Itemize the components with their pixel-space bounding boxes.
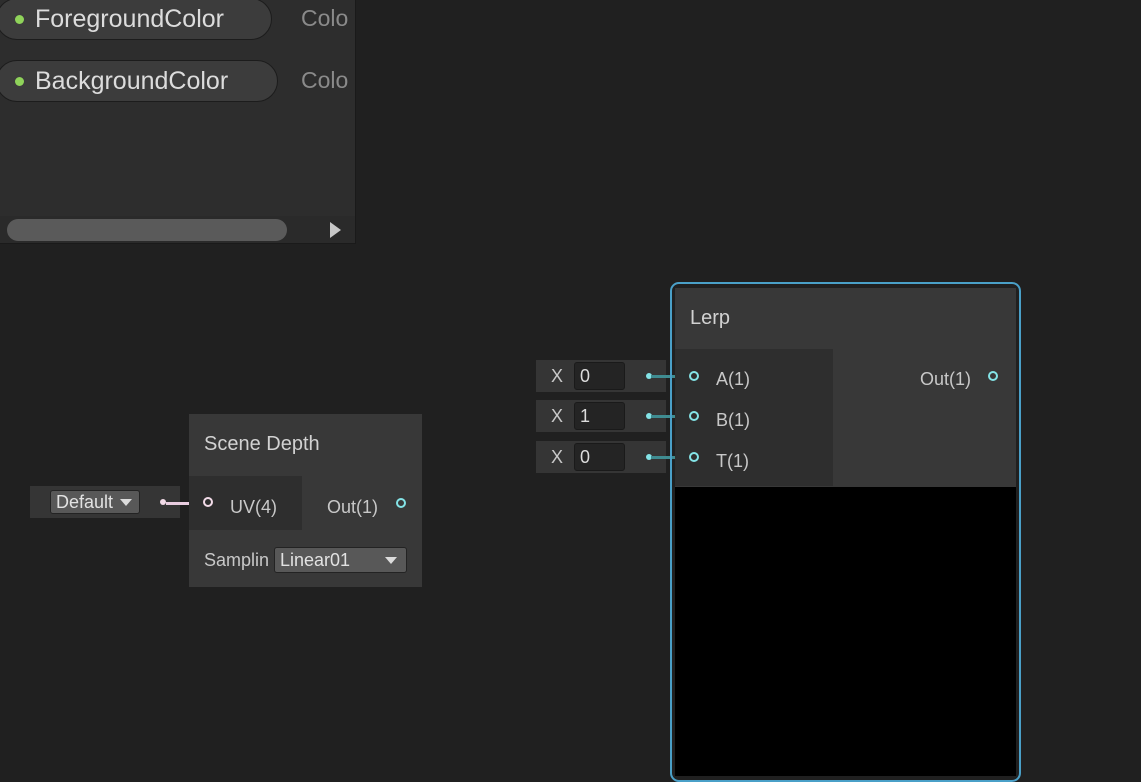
out-port-icon[interactable] [396, 498, 406, 508]
property-type: Colo [301, 67, 349, 93]
sampling-dropdown[interactable]: Linear01 [274, 547, 407, 573]
t-value-field[interactable]: 0 [574, 443, 625, 471]
sampling-label: Samplin [204, 550, 270, 570]
node-title[interactable]: Lerp [675, 288, 1016, 348]
chevron-down-icon [120, 499, 132, 506]
axis-label: X [551, 366, 564, 386]
t-port-label: T(1) [716, 451, 749, 471]
chevron-down-icon [385, 557, 397, 564]
property-pill-foreground[interactable]: ForegroundColor [0, 0, 272, 40]
t-port-icon[interactable] [689, 452, 699, 462]
triangle-right-icon[interactable] [330, 222, 341, 238]
property-color-dot-icon [15, 76, 24, 86]
b-value-field[interactable]: 1 [574, 402, 625, 430]
horizontal-scrollbar[interactable] [0, 216, 355, 243]
scrollbar-thumb[interactable] [7, 219, 287, 241]
a-port-label: A(1) [716, 369, 751, 389]
uv-port-label: UV(4) [230, 497, 278, 517]
uv-dropdown[interactable]: Default [50, 490, 140, 514]
property-name: BackgroundColor [35, 66, 229, 95]
property-color-dot-icon [15, 14, 24, 24]
blackboard-panel: ForegroundColor Colo BackgroundColor Col… [0, 0, 356, 244]
lerp-t-inline-input: X 0 [536, 441, 666, 473]
uv-inline-input: Default [30, 486, 180, 518]
uv-dropdown-value: Default [56, 491, 114, 512]
axis-label: X [551, 447, 564, 467]
property-type: Colo [301, 5, 349, 31]
property-name: ForegroundColor [35, 4, 224, 33]
lerp-a-inline-input: X 0 [536, 360, 666, 392]
a-value-field[interactable]: 0 [574, 362, 625, 390]
b-port-label: B(1) [716, 410, 751, 430]
a-port-icon[interactable] [689, 371, 699, 381]
uv-port-icon[interactable] [203, 497, 213, 507]
node-title[interactable]: Scene Depth [189, 414, 422, 475]
lerp-b-inline-input: X 1 [536, 400, 666, 432]
out-port-icon[interactable] [988, 371, 998, 381]
sampling-value: Linear01 [280, 549, 351, 570]
scene-depth-node[interactable]: Scene Depth UV(4) Out(1) Samplin Linear0… [189, 414, 422, 587]
lerp-node[interactable]: Lerp A(1) B(1) T(1) Out(1) [675, 288, 1016, 776]
preview-area [675, 487, 1016, 776]
out-port-label: Out(1) [327, 497, 379, 517]
axis-label: X [551, 406, 564, 426]
property-pill-background[interactable]: BackgroundColor [0, 60, 278, 102]
out-port-label: Out(1) [920, 369, 972, 389]
b-port-icon[interactable] [689, 411, 699, 421]
